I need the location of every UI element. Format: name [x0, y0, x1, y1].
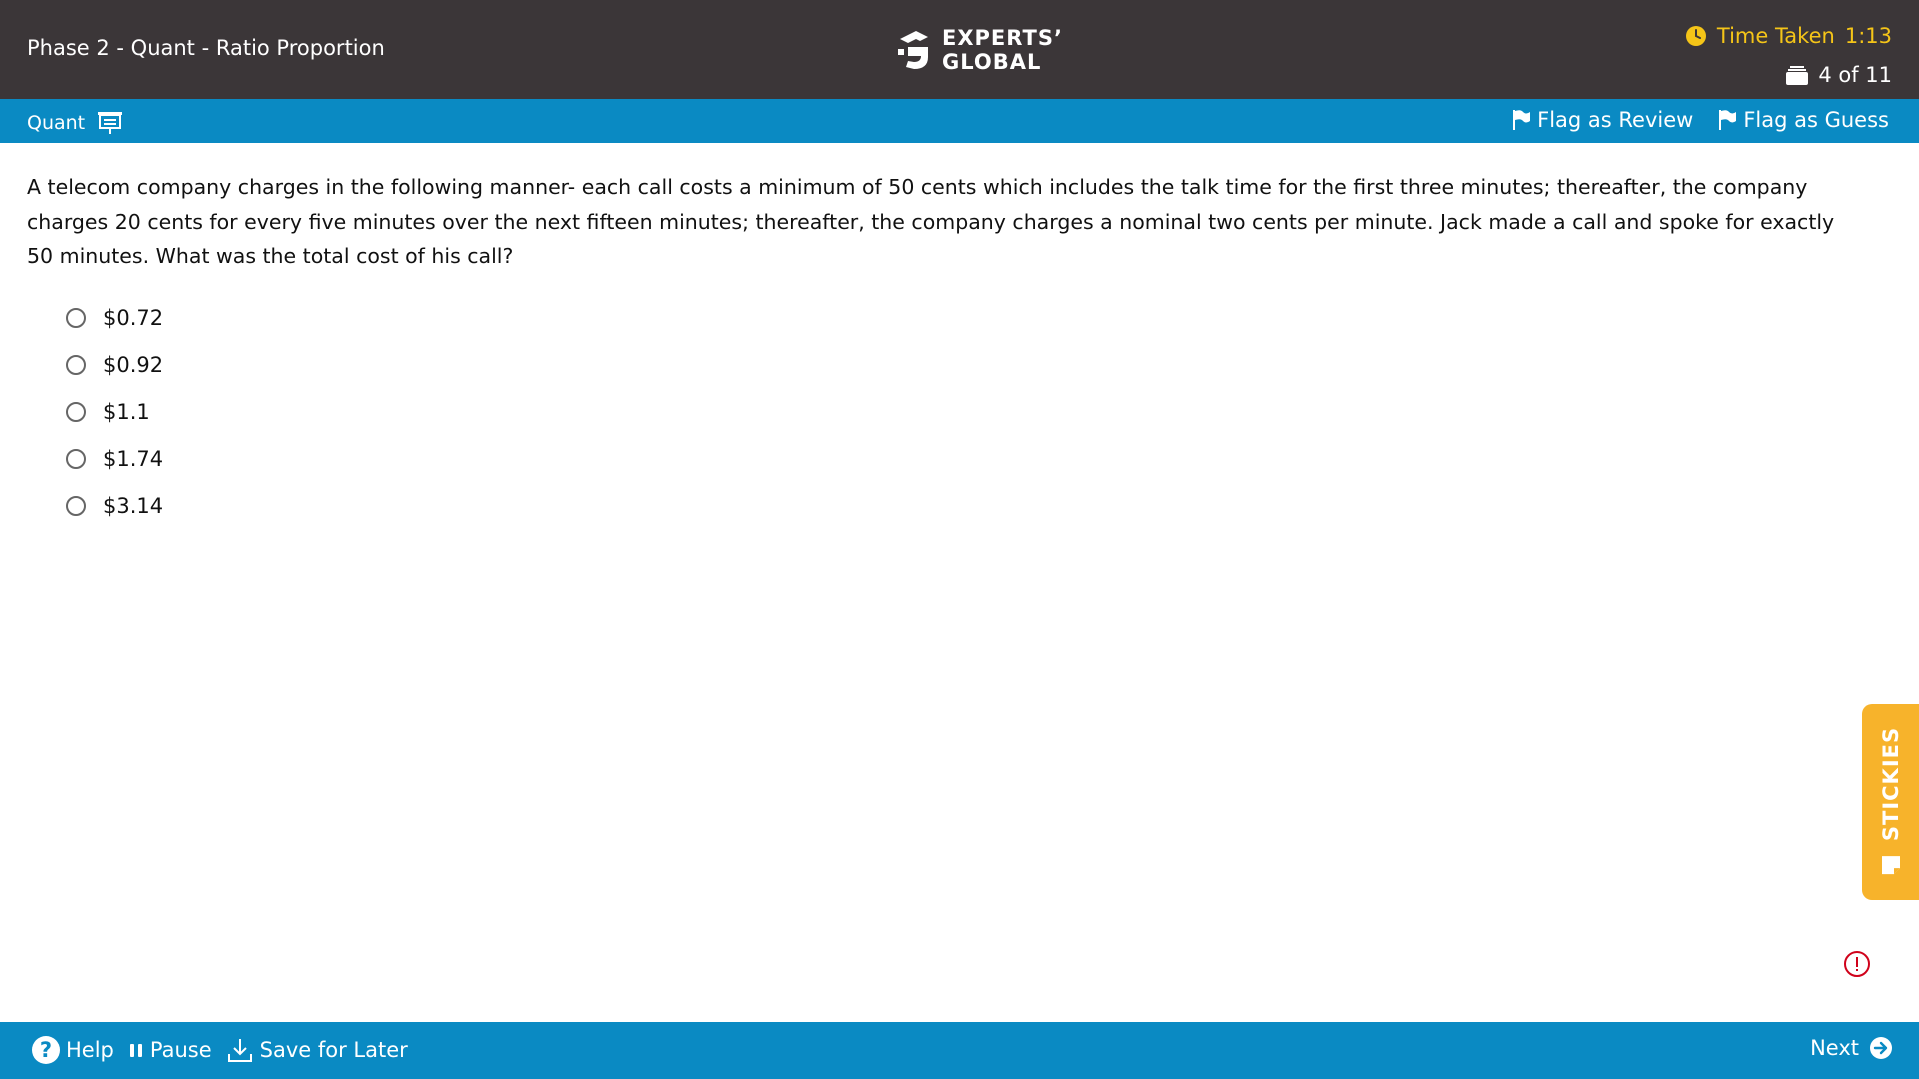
answer-option-a[interactable]: $0.72: [66, 294, 163, 341]
radio-button[interactable]: [66, 307, 86, 328]
section-label: Quant: [27, 110, 123, 136]
flag-icon: [1513, 110, 1531, 130]
timer-value: 1:13: [1844, 24, 1892, 48]
answer-option-label: $0.92: [103, 352, 164, 377]
answer-option-label: $3.14: [103, 493, 164, 518]
answer-option-e[interactable]: $3.14: [66, 482, 163, 529]
answer-option-d[interactable]: $1.74: [66, 435, 163, 482]
save-for-later-label: Save for Later: [259, 1038, 408, 1062]
radio-button[interactable]: [66, 495, 86, 516]
clock-icon: [1685, 26, 1706, 46]
next-button[interactable]: Next: [1810, 1036, 1893, 1060]
download-icon: [227, 1039, 252, 1062]
logo-text: EXPERTS’ GLOBAL: [942, 26, 1063, 74]
flag-as-review-button[interactable]: Flag as Review: [1511, 108, 1693, 132]
pause-button[interactable]: Pause: [128, 1038, 212, 1062]
logo-mark-icon: [898, 31, 928, 69]
section-bar: Quant Flag as Review Flag as Guess: [0, 99, 1919, 143]
pause-icon: [129, 1044, 142, 1057]
radio-button[interactable]: [66, 354, 86, 375]
help-icon: ?: [32, 1036, 60, 1064]
bottom-left-controls: ? Help Pause Save for Later: [32, 1036, 408, 1064]
flag-controls: Flag as Review Flag as Guess: [1511, 108, 1889, 132]
question-counter-text: 4 of 11: [1818, 63, 1892, 87]
experts-global-logo: EXPERTS’ GLOBAL: [894, 26, 1063, 74]
answer-options: $0.72 $0.92 $1.1 $1.74 $3.14: [66, 294, 163, 529]
stickies-tab[interactable]: STICKIES: [1862, 704, 1919, 900]
question-stack-icon: [1786, 66, 1809, 85]
answer-option-c[interactable]: $1.1: [66, 388, 163, 435]
bottom-bar: ? Help Pause Save for Later Next: [0, 1022, 1919, 1079]
logo-line-2: GLOBAL: [942, 50, 1042, 74]
timer: Time Taken 1:13: [1685, 24, 1892, 48]
section-name: Quant: [27, 112, 86, 134]
question-text: A telecom company charges in the followi…: [27, 175, 1835, 268]
sticky-note-icon: [1881, 856, 1900, 875]
question-counter: 4 of 11: [1786, 63, 1892, 87]
flag-icon: [1719, 110, 1737, 130]
answer-option-label: $1.74: [103, 446, 164, 471]
radio-button[interactable]: [66, 401, 86, 422]
whiteboard-icon[interactable]: [97, 110, 123, 136]
pause-label: Pause: [149, 1038, 212, 1062]
flag-as-guess-label: Flag as Guess: [1743, 108, 1889, 132]
stickies-label: STICKIES: [1878, 726, 1903, 842]
timer-label: Time Taken: [1716, 24, 1835, 48]
answer-option-label: $0.72: [103, 305, 164, 330]
test-title: Phase 2 - Quant - Ratio Proportion: [27, 36, 385, 60]
report-issue-icon[interactable]: [1843, 950, 1871, 978]
flag-as-review-label: Flag as Review: [1537, 108, 1694, 132]
answer-option-b[interactable]: $0.92: [66, 341, 163, 388]
top-bar: Phase 2 - Quant - Ratio Proportion EXPER…: [0, 0, 1919, 99]
flag-as-guess-button[interactable]: Flag as Guess: [1717, 108, 1889, 132]
logo-line-1: EXPERTS’: [942, 26, 1063, 50]
stickies-label-group: STICKIES: [1879, 727, 1903, 877]
save-for-later-button[interactable]: Save for Later: [226, 1036, 408, 1064]
next-label: Next: [1810, 1036, 1859, 1060]
help-label: Help: [66, 1038, 114, 1062]
radio-button[interactable]: [66, 448, 86, 469]
arrow-right-circle-icon: [1870, 1037, 1892, 1059]
help-button[interactable]: ? Help: [32, 1036, 114, 1064]
answer-option-label: $1.1: [103, 399, 150, 424]
